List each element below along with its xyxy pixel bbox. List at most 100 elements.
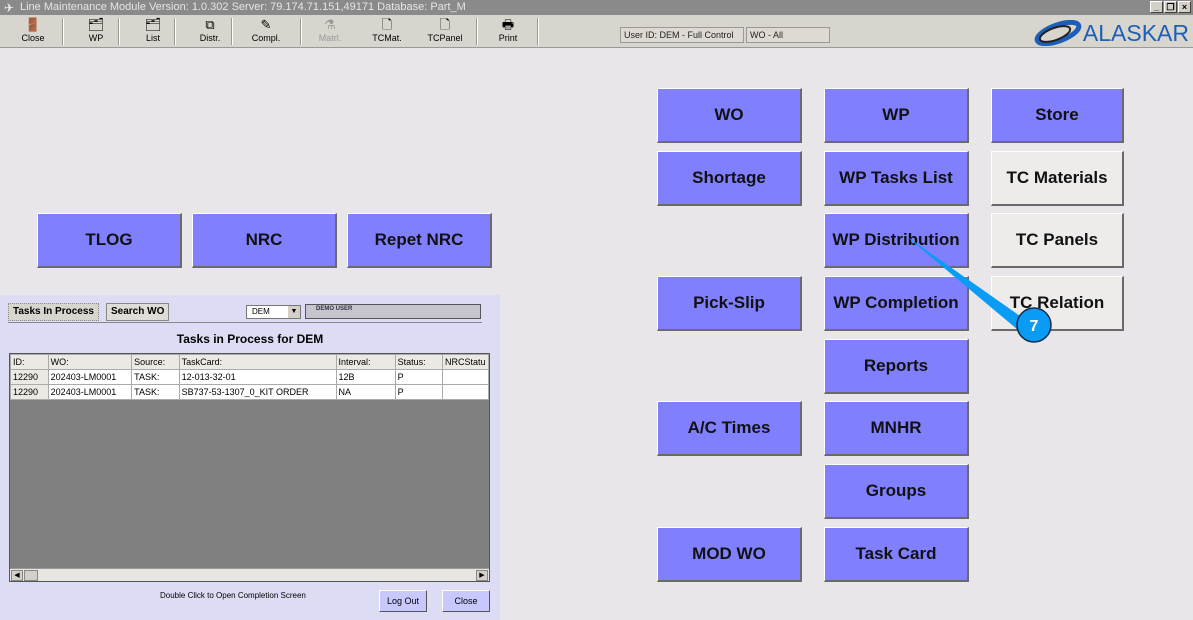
window-title: Line Maintenance Module Version: 1.0.302… <box>20 1 466 13</box>
col-source[interactable]: Source: <box>131 354 180 370</box>
logo-text: ALASKAR <box>1082 19 1189 46</box>
wp-tasks-list-button[interactable]: WP Tasks List <box>824 151 969 206</box>
tlog-button[interactable]: TLOG <box>37 213 182 268</box>
cell-source: TASK: <box>131 369 180 385</box>
close-window-button[interactable]: × <box>1178 1 1191 13</box>
col-interval[interactable]: Interval: <box>335 354 396 370</box>
toolbar-close-button[interactable]: 🚪 Close <box>8 17 58 47</box>
toolbar: User ID: DEM - Full Control WO - All ALA… <box>0 15 1193 48</box>
alaskar-logo: ALASKAR <box>1033 19 1189 47</box>
table-header: ID: WO: Source: TaskCard: Interval: Stat… <box>10 354 489 370</box>
reports-button[interactable]: Reports <box>824 339 969 394</box>
toolbar-label: TCPanel <box>427 33 463 43</box>
toolbar-list-button[interactable]: 🗂 List <box>128 17 178 47</box>
scroll-left-icon[interactable]: ◀ <box>11 570 23 581</box>
toolbar-label: TCMat. <box>372 33 402 43</box>
cell-id: 12290 <box>10 384 49 400</box>
hint-text: Double Click to Open Completion Screen <box>160 591 306 600</box>
toolbar-label: Matrl. <box>318 33 342 43</box>
document-icon: 🗋 <box>439 17 451 32</box>
nrc-button[interactable]: NRC <box>192 213 337 268</box>
table-row[interactable]: 12290 202403-LM0001 TASK: 12-013-32-01 12B P <box>10 369 489 385</box>
printer-icon: 🖶 <box>501 17 515 32</box>
toolbar-tcmat-button[interactable]: 🗋 TCMat. <box>362 17 412 47</box>
cell-nrcstatus <box>441 369 489 385</box>
user-status: User ID: DEM - Full Control <box>620 27 744 43</box>
panel-close-button[interactable]: Close <box>442 590 490 612</box>
mnhr-button[interactable]: MNHR <box>824 401 969 456</box>
toolbar-label: WP <box>88 33 104 43</box>
scroll-right-icon[interactable]: ▶ <box>476 570 488 581</box>
wp-completion-button[interactable]: WP Completion <box>824 276 969 331</box>
tab-tasks-in-process[interactable]: Tasks In Process <box>8 303 99 321</box>
col-status[interactable]: Status: <box>394 354 443 370</box>
door-exit-icon: 🚪 <box>24 17 42 32</box>
toolbar-compl-button[interactable]: ✎ Compl. <box>241 17 291 47</box>
wp-button[interactable]: WP <box>824 88 969 143</box>
toolbar-separator <box>174 18 176 45</box>
minimize-button[interactable]: _ <box>1150 1 1163 13</box>
cell-taskcard: 12-013-32-01 <box>178 369 337 385</box>
toolbar-wp-button[interactable]: 🗂 WP <box>71 17 121 47</box>
toolbar-separator <box>62 18 64 45</box>
toolbar-matrl-button[interactable]: ⚗ Matrl. <box>305 17 355 47</box>
cell-nrcstatus <box>441 384 489 400</box>
toolbar-print-button[interactable]: 🖶 Print <box>483 17 533 47</box>
tasks-grid[interactable]: ID: WO: Source: TaskCard: Interval: Stat… <box>9 353 490 582</box>
scroll-thumb[interactable] <box>24 570 38 581</box>
toolbar-separator <box>118 18 120 45</box>
panel-title: Tasks in Process for DEM <box>176 332 324 346</box>
col-id[interactable]: ID: <box>10 354 49 370</box>
wo-button[interactable]: WO <box>657 88 802 143</box>
cell-wo: 202403-LM0001 <box>47 384 133 400</box>
cell-status: P <box>394 369 443 385</box>
horizontal-scrollbar[interactable]: ◀ ▶ <box>10 568 489 581</box>
cell-source: TASK: <box>131 384 180 400</box>
document-icon: 🗋 <box>381 17 393 32</box>
mod-wo-button[interactable]: MOD WO <box>657 527 802 582</box>
distribute-icon: ⧉ <box>205 17 215 32</box>
user-select-value: DEM <box>252 307 270 316</box>
toolbar-distr-button[interactable]: ⧉ Distr. <box>185 17 235 47</box>
wo-status: WO - All <box>746 27 830 43</box>
tc-relation-button[interactable]: TC Relation <box>991 276 1124 331</box>
list-icon: 🗂 <box>144 17 162 32</box>
chevron-down-icon[interactable]: ▼ <box>288 306 300 318</box>
pick-slip-button[interactable]: Pick-Slip <box>657 276 802 331</box>
task-card-button[interactable]: Task Card <box>824 527 969 582</box>
toolbar-label: Distr. <box>199 33 221 43</box>
store-button[interactable]: Store <box>991 88 1124 143</box>
toolbar-separator <box>537 18 539 45</box>
ac-times-button[interactable]: A/C Times <box>657 401 802 456</box>
toolbar-tcpanel-button[interactable]: 🗋 TCPanel <box>420 17 470 47</box>
user-name-field: DEMO USER <box>305 304 481 319</box>
cell-taskcard: SB737-53-1307_0_KIT ORDER <box>178 384 337 400</box>
user-select[interactable]: DEM ▼ <box>246 305 301 319</box>
toolbar-separator <box>231 18 233 45</box>
app-icon: ✈ <box>4 1 15 15</box>
toolbar-label: Close <box>21 33 45 43</box>
tc-panels-button[interactable]: TC Panels <box>991 213 1124 268</box>
table-row[interactable]: 12290 202403-LM0001 TASK: SB737-53-1307_0_K… <box>10 384 489 400</box>
restore-button[interactable]: ❐ <box>1164 1 1177 13</box>
tc-materials-button[interactable]: TC Materials <box>991 151 1124 206</box>
toolbar-separator <box>300 18 302 45</box>
printer-folder-icon: 🗂 <box>87 17 105 32</box>
col-taskcard[interactable]: TaskCard: <box>178 354 337 370</box>
shortage-button[interactable]: Shortage <box>657 151 802 206</box>
col-nrcstatus[interactable]: NRCStatu <box>441 354 489 370</box>
title-bar: ✈ Line Maintenance Module Version: 1.0.3… <box>0 0 1193 15</box>
logo-swoosh-icon <box>1034 20 1082 46</box>
complete-icon: ✎ <box>260 17 272 32</box>
toolbar-separator <box>476 18 478 45</box>
cell-interval: 12B <box>335 369 396 385</box>
repet-nrc-button[interactable]: Repet NRC <box>347 213 492 268</box>
tab-search-wo[interactable]: Search WO <box>106 303 170 321</box>
toolbar-label: List <box>145 33 160 43</box>
wp-distribution-button[interactable]: WP Distribution <box>824 213 969 268</box>
col-wo[interactable]: WO: <box>47 354 133 370</box>
material-icon: ⚗ <box>324 17 336 32</box>
toolbar-label: Compl. <box>251 33 281 43</box>
groups-button[interactable]: Groups <box>824 464 969 519</box>
log-out-button[interactable]: Log Out <box>379 590 427 612</box>
